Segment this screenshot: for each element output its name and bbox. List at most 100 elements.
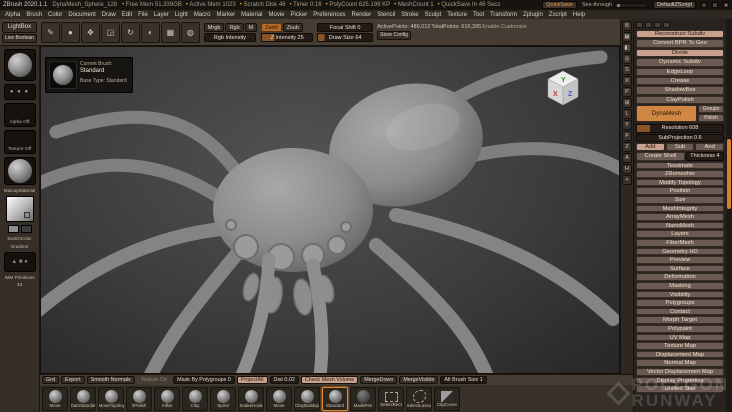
draw-size-slider[interactable]: Draw Size 64 bbox=[317, 32, 374, 42]
camview-gizmo[interactable]: Y X Z bbox=[545, 69, 581, 109]
ghost-icon[interactable]: ◎ bbox=[622, 54, 632, 64]
panel-button[interactable]: Convert BPR To Geo bbox=[636, 39, 724, 48]
local-icon[interactable]: L bbox=[622, 109, 632, 119]
menu-item[interactable]: Transform bbox=[487, 12, 520, 18]
panel-button[interactable]: ShadowBox bbox=[636, 86, 724, 95]
panel-button[interactable]: Normal Map bbox=[636, 359, 724, 367]
tray-brush[interactable]: MaskPen bbox=[350, 386, 376, 411]
live-boolean-toggle[interactable]: Live Boolean bbox=[2, 33, 37, 43]
window-close-icon[interactable]: ✕ bbox=[723, 2, 729, 8]
dynamesh-sub-button[interactable]: Sub bbox=[665, 142, 695, 152]
wireframe-icon[interactable]: ▦ bbox=[160, 21, 180, 43]
menu-item[interactable]: Material bbox=[238, 12, 265, 18]
panel-button[interactable]: Size bbox=[636, 196, 724, 204]
transparent-icon[interactable]: ◧ bbox=[622, 43, 632, 53]
panel-button[interactable]: Position bbox=[636, 187, 724, 196]
tray-brush[interactable]: MoveTopological bbox=[98, 386, 124, 411]
panel-button[interactable]: ClayPolish bbox=[636, 95, 724, 105]
panel-button[interactable]: Preview bbox=[636, 256, 724, 264]
polyframe-icon[interactable]: ▦ bbox=[622, 32, 632, 42]
merge-down-button[interactable]: MergeDown bbox=[360, 376, 398, 384]
menu-item[interactable]: Movie bbox=[266, 12, 288, 18]
menu-item[interactable]: Sculpt bbox=[422, 12, 445, 18]
panel-button[interactable]: Modify Topology bbox=[636, 178, 724, 187]
panel-button[interactable]: Polypaint bbox=[636, 324, 724, 333]
scale-icon[interactable]: ◲ bbox=[100, 21, 120, 43]
secondary-color-swatch[interactable] bbox=[20, 225, 32, 233]
tray-brush[interactable]: Move bbox=[266, 386, 292, 411]
window-maximize-icon[interactable]: □ bbox=[712, 2, 718, 8]
panel-button[interactable]: Divide bbox=[636, 48, 724, 58]
frame-icon[interactable]: F bbox=[622, 131, 632, 141]
panel-button[interactable]: Crease bbox=[636, 76, 724, 86]
panel-button[interactable]: Dynamic Subdiv bbox=[636, 58, 724, 67]
tray-brush[interactable]: SelectLasso bbox=[406, 386, 432, 411]
persp-icon[interactable]: P bbox=[622, 87, 632, 97]
shell-thickness-slider[interactable]: Thickness 4 bbox=[685, 152, 724, 161]
menu-item[interactable]: Document bbox=[65, 12, 98, 18]
bpr-icon[interactable]: B bbox=[622, 21, 632, 31]
panel-button[interactable]: Contact bbox=[636, 307, 724, 316]
project-all-button[interactable]: ProjectAll bbox=[236, 376, 268, 384]
panel-button[interactable]: Geometry HD bbox=[636, 247, 724, 256]
default-zscript-button[interactable]: DefaultZScript bbox=[653, 1, 696, 9]
store-config-button[interactable]: Store Config bbox=[377, 31, 411, 40]
palette-menu-icon[interactable] bbox=[654, 21, 661, 28]
panel-button[interactable]: Texture Map bbox=[636, 342, 724, 350]
menu-item[interactable]: Help bbox=[570, 12, 588, 18]
palette-scrollbar[interactable] bbox=[726, 19, 732, 412]
menu-item[interactable]: Macro bbox=[191, 12, 214, 18]
tray-brush[interactable]: Move bbox=[42, 386, 68, 411]
panel-button[interactable]: FiberMesh bbox=[636, 239, 724, 247]
tray-brush[interactable]: Spiral bbox=[210, 386, 236, 411]
xpose-icon[interactable]: X bbox=[622, 76, 632, 86]
panel-button[interactable]: Displacement Map bbox=[636, 350, 724, 359]
tray-brush[interactable]: hPolish bbox=[126, 386, 152, 411]
smooth-normals-button[interactable]: Smooth Normals bbox=[86, 376, 135, 384]
texture-selector[interactable]: Texture Off bbox=[3, 130, 36, 154]
panel-button[interactable]: Surface bbox=[636, 264, 724, 273]
gradient-label[interactable]: Gradient bbox=[11, 244, 29, 249]
palette-scrollbar-thumb[interactable] bbox=[727, 139, 731, 209]
panel-button[interactable]: MeshIntegrity bbox=[636, 204, 724, 213]
panel-button[interactable]: ZRemesher bbox=[636, 170, 724, 178]
palette-help-icon[interactable] bbox=[663, 21, 670, 28]
enable-customize-label[interactable]: Enable Customize bbox=[482, 24, 527, 30]
panel-button[interactable]: EdgeLoop bbox=[636, 67, 724, 76]
floor-icon[interactable]: ⊞ bbox=[622, 98, 632, 108]
dynamesh-subprojection-slider[interactable]: SubProjection 0.6 bbox=[636, 133, 724, 142]
panel-button[interactable]: Visibility bbox=[636, 290, 724, 299]
alpha-selector[interactable]: Alpha Off bbox=[3, 103, 36, 127]
m-button[interactable]: M bbox=[244, 22, 258, 32]
menu-item[interactable]: Zplugin bbox=[520, 12, 546, 18]
dynamesh-and-button[interactable]: And bbox=[695, 142, 725, 152]
tray-brush[interactable]: Standard bbox=[322, 386, 348, 411]
panel-button[interactable]: Unified Skin bbox=[636, 385, 724, 393]
current-brush-thumbnail[interactable] bbox=[3, 49, 36, 81]
scroll-icon[interactable]: + bbox=[622, 175, 632, 185]
actual-icon[interactable]: A bbox=[622, 153, 632, 163]
panel-button[interactable]: Deformation bbox=[636, 273, 724, 281]
rgb-button[interactable]: Rgb bbox=[225, 22, 244, 32]
menu-item[interactable]: Stencil bbox=[374, 12, 398, 18]
material-selector[interactable] bbox=[3, 157, 36, 185]
alt-brush-size-slider[interactable]: Alt Brush Size 1 bbox=[440, 376, 487, 384]
z-intensity-slider[interactable]: Z Intensity 25 bbox=[261, 32, 314, 42]
zoom-icon[interactable]: Z bbox=[622, 142, 632, 152]
panel-button[interactable]: Polygroups bbox=[636, 299, 724, 307]
menu-item[interactable]: Draw bbox=[99, 12, 119, 18]
menu-item[interactable]: Light bbox=[172, 12, 191, 18]
menu-item[interactable]: File bbox=[135, 12, 151, 18]
viewport-canvas[interactable]: Y X Z Current Brush: Standard Base Type:… bbox=[40, 46, 620, 374]
menu-item[interactable]: Picker bbox=[288, 12, 311, 18]
stroke-selector[interactable]: ● ● ● bbox=[3, 84, 36, 100]
panel-button[interactable]: Masking bbox=[636, 282, 724, 290]
panel-button[interactable]: Reconstruct Subdiv bbox=[636, 30, 724, 39]
mrgb-button[interactable]: Mrgb bbox=[203, 22, 225, 32]
focal-shift-slider[interactable]: Focal Shift 0 bbox=[317, 22, 374, 32]
lightbox-button[interactable]: LightBox bbox=[2, 21, 37, 33]
menu-item[interactable]: Color bbox=[45, 12, 65, 18]
aahalf-icon[interactable]: H bbox=[622, 164, 632, 174]
switch-color-label[interactable]: SwitchColor bbox=[7, 236, 32, 241]
edit-icon[interactable]: ✎ bbox=[40, 21, 60, 43]
